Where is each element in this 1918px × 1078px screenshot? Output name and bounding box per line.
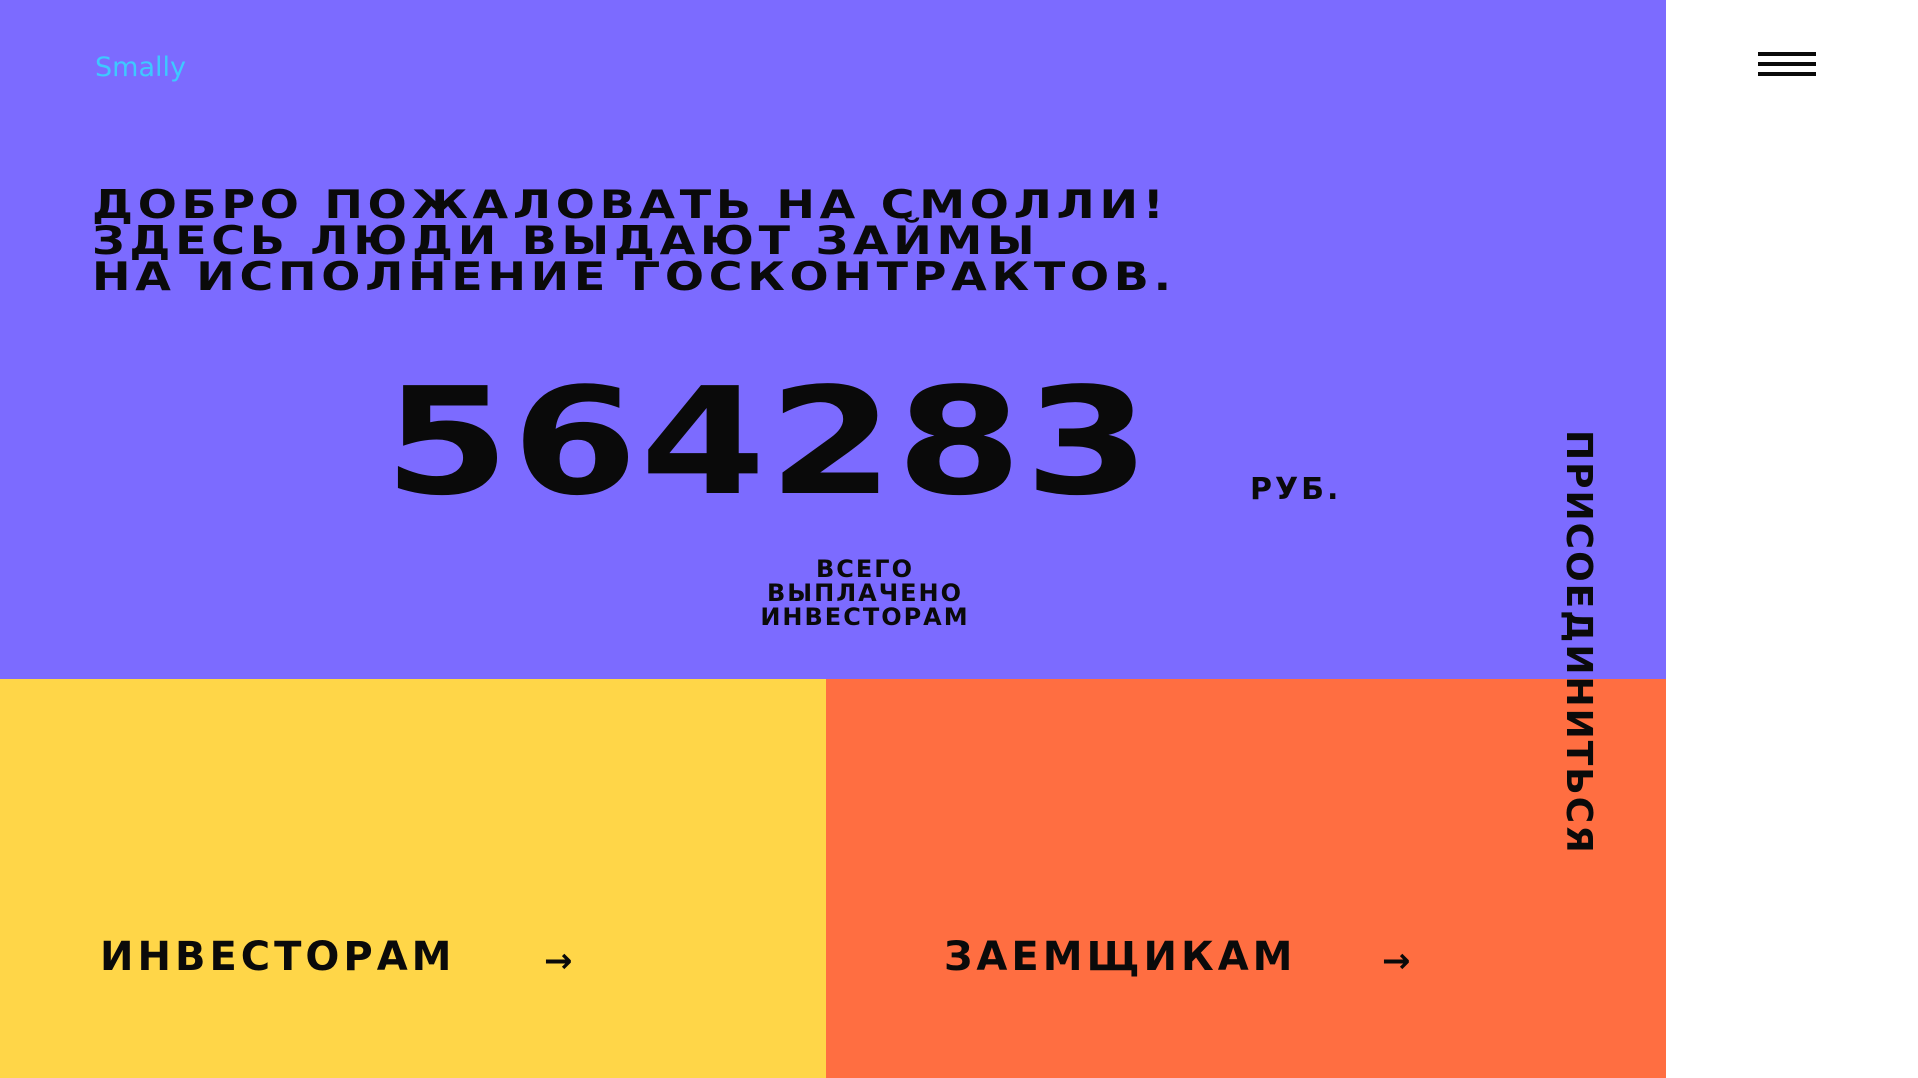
menu-bar <box>1758 52 1816 56</box>
hero-section: Smally ДОБРО ПОЖАЛОВАТЬ НА СМОЛЛИ! ЗДЕСЬ… <box>0 0 1666 679</box>
borrowers-card-label: ЗАЕМЩИКАМ <box>944 934 1297 980</box>
join-button-label: ПРИСОЕДИНИТЬСЯ <box>1558 430 1600 855</box>
brand-logo[interactable]: Smally <box>95 52 186 83</box>
payout-counter: 564283 РУБ. <box>384 368 1338 516</box>
page: Smally ДОБРО ПОЖАЛОВАТЬ НА СМОЛЛИ! ЗДЕСЬ… <box>0 0 1918 1078</box>
borrowers-card-link[interactable]: ЗАЕМЩИКАМ → <box>826 679 1666 1078</box>
right-sidebar: ПРИСОЕДИНИТЬСЯ <box>1558 0 1918 1078</box>
payout-counter-value: 564283 <box>384 356 1153 528</box>
payout-caption-line: ИНВЕСТОРАМ <box>760 603 970 631</box>
investors-card-link[interactable]: ИНВЕСТОРАМ → <box>0 679 826 1078</box>
hamburger-menu-icon[interactable] <box>1758 50 1816 80</box>
welcome-heading: ДОБРО ПОЖАЛОВАТЬ НА СМОЛЛИ! ЗДЕСЬ ЛЮДИ В… <box>92 186 1171 297</box>
join-button[interactable]: ПРИСОЕДИНИТЬСЯ <box>1558 430 1816 970</box>
payout-caption-line: ВЫПЛАЧЕНО <box>766 579 964 607</box>
payout-caption: ВСЕГО ВЫПЛАЧЕНО ИНВЕСТОРАМ <box>700 557 1030 629</box>
arrow-right-icon: → <box>544 941 573 981</box>
arrow-right-icon: → <box>1382 941 1411 981</box>
menu-bar <box>1758 62 1816 66</box>
welcome-line: НА ИСПОЛНЕНИЕ ГОСКОНТРАКТОВ. <box>92 255 1176 300</box>
payout-caption-line: ВСЕГО <box>816 555 914 583</box>
payout-counter-unit: РУБ. <box>1250 472 1342 507</box>
investors-card-label: ИНВЕСТОРАМ <box>100 934 456 980</box>
menu-bar <box>1758 72 1816 76</box>
